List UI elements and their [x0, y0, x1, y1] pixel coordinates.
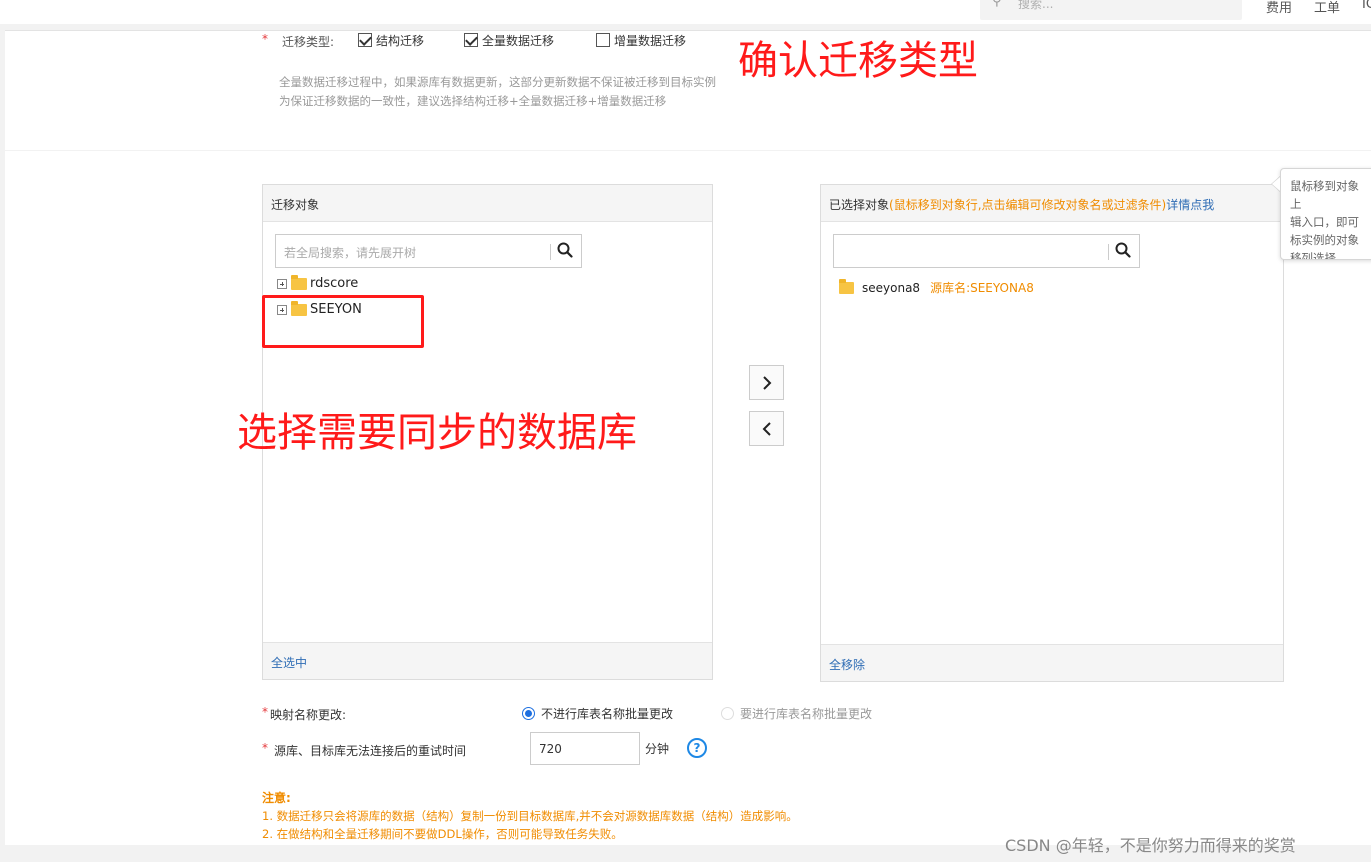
radio-batch-rename-label: 要进行库表名称批量更改	[740, 707, 873, 721]
top-nav-bar: ⚲ 搜索... 费用 工单 IC	[0, 0, 1371, 24]
notice-line-1: 1. 数据迁移只会将源库的数据（结构）复制一份到目标数据库,并不会对源数据库数据…	[262, 809, 798, 823]
database-icon	[839, 278, 854, 294]
details-help-link[interactable]: 详情点我	[1166, 198, 1214, 212]
selected-objects-box: 已选择对象(鼠标移到对象行,点击编辑可修改对象名或过滤条件)详情点我 seeyo…	[820, 184, 1284, 682]
search-icon[interactable]	[1114, 241, 1132, 259]
migration-type-label: 迁移类型:	[282, 35, 335, 49]
radio-batch-rename[interactable]: 要进行库表名称批量更改	[721, 705, 872, 722]
mapping-required: *	[262, 705, 268, 719]
remove-all-link[interactable]: 全移除	[821, 644, 1283, 681]
checkbox-full-data-migration-label: 全量数据迁移	[482, 34, 555, 48]
retry-time-input[interactable]: 720	[530, 732, 640, 765]
tree-node-rdscore[interactable]: rdscore	[277, 274, 359, 291]
global-search-box[interactable]: ⚲ 搜索...	[980, 0, 1242, 20]
checkbox-full-data-migration[interactable]: 全量数据迁移	[464, 32, 554, 49]
selected-item-seeyona8[interactable]: seeyona8 源库名:SEEYONA8	[839, 278, 1034, 296]
expand-icon[interactable]	[277, 278, 287, 289]
mapping-label: 映射名称更改:	[270, 708, 347, 722]
notice-title: 注意:	[262, 791, 291, 805]
radio-no-batch-rename-dot[interactable]	[522, 707, 535, 720]
migration-type-panel	[5, 30, 1371, 150]
checkbox-incremental-migration[interactable]: 增量数据迁移	[596, 32, 686, 49]
migration-type-required: *	[262, 32, 268, 46]
nav-link-fees[interactable]: 费用	[1266, 0, 1292, 16]
tooltip-line: 标实例的对象	[1290, 233, 1359, 247]
checkbox-schema-migration[interactable]: 结构迁移	[358, 32, 424, 49]
retry-unit: 分钟	[645, 742, 670, 756]
search-icon[interactable]	[556, 241, 574, 259]
source-objects-header: 迁移对象	[263, 185, 712, 222]
annotation-highlight-box	[262, 295, 424, 348]
radio-no-batch-rename[interactable]: 不进行库表名称批量更改	[522, 705, 673, 722]
search-icon: ⚲	[992, 0, 1002, 9]
nav-link-tickets[interactable]: 工单	[1314, 0, 1340, 16]
radio-batch-rename-dot[interactable]	[721, 707, 734, 720]
notice-line-2: 2. 在做结构和全量迁移期间不要做DDL操作，否则可能导致任务失败。	[262, 827, 623, 841]
annotation-select-db: 选择需要同步的数据库	[237, 410, 637, 456]
chevron-right-icon	[762, 375, 771, 390]
selected-objects-title: 已选择对象	[829, 198, 890, 212]
select-all-link[interactable]: 全选中	[263, 642, 712, 679]
tree-node-label: rdscore	[310, 276, 359, 291]
csdn-watermark: CSDN @年轻，不是你努力而得来的奖赏	[1005, 836, 1296, 855]
retry-label: 源库、目标库无法连接后的重试时间	[274, 744, 467, 758]
nav-link-more[interactable]: IC	[1362, 0, 1371, 12]
checkbox-schema-migration-label: 结构迁移	[376, 34, 425, 48]
selected-search-input[interactable]	[833, 234, 1140, 268]
checkbox-incremental-migration-label: 增量数据迁移	[614, 34, 687, 48]
checkbox-incremental-migration-box[interactable]	[596, 33, 610, 47]
source-search-placeholder: 若全局搜索，请先展开树	[284, 246, 417, 260]
chevron-left-icon	[762, 421, 771, 436]
tooltip-line: 移列选择	[1290, 251, 1336, 260]
global-search-placeholder: 搜索...	[1018, 0, 1054, 11]
folder-icon	[291, 274, 307, 290]
retry-required: *	[262, 741, 268, 755]
selected-item-source-name: 源库名:SEEYONA8	[930, 281, 1034, 295]
tooltip-line: 辑入口，即可	[1290, 215, 1359, 229]
search-separator	[550, 244, 551, 260]
selected-item-name: seeyona8	[862, 280, 921, 295]
source-search-input[interactable]: 若全局搜索，请先展开树	[275, 234, 582, 268]
radio-no-batch-rename-label: 不进行库表名称批量更改	[541, 707, 674, 721]
search-separator	[1108, 244, 1109, 260]
annotation-confirm-type: 确认迁移类型	[738, 38, 978, 84]
tooltip-arrow-inner	[1272, 177, 1280, 191]
move-right-button[interactable]	[749, 365, 784, 400]
tooltip-line: 鼠标移到对象上	[1290, 179, 1359, 211]
selected-objects-header: 已选择对象(鼠标移到对象行,点击编辑可修改对象名或过滤条件)详情点我	[821, 185, 1283, 222]
migration-type-note-2: 为保证迁移数据的一致性，建议选择结构迁移+全量数据迁移+增量数据迁移	[279, 94, 667, 108]
help-icon[interactable]: ?	[687, 738, 707, 758]
checkbox-full-data-migration-box[interactable]	[464, 33, 478, 47]
selected-objects-hint: (鼠标移到对象行,点击编辑可修改对象名或过滤条件)	[889, 198, 1167, 212]
checkbox-schema-migration-box[interactable]	[358, 33, 372, 47]
retry-time-value: 720	[539, 742, 562, 756]
move-left-button[interactable]	[749, 411, 784, 446]
help-tooltip: 鼠标移到对象上 辑入口，即可 标实例的对象 移列选择	[1280, 168, 1371, 260]
migration-type-note-1: 全量数据迁移过程中，如果源库有数据更新，这部分更新数据不保证被迁移到目标实例	[279, 75, 716, 89]
